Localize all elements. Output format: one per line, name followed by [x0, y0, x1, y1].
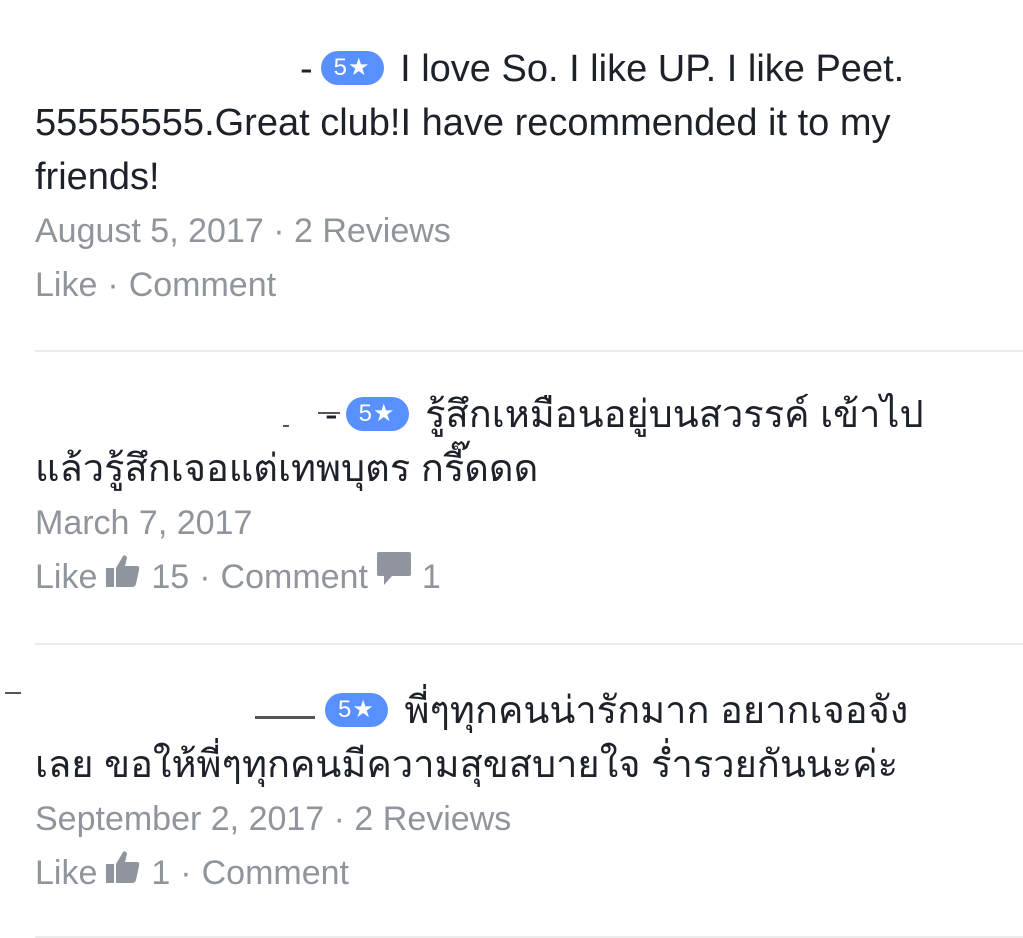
divider — [35, 643, 1023, 645]
review-item: 5★ พี่ๆทุกคนน่ารักมาก อยากเจอจัง เลย ขอใ… — [35, 684, 995, 900]
review-actions: Like · Comment — [35, 258, 995, 312]
divider — [35, 350, 1023, 352]
comment-button[interactable]: Comment — [202, 846, 349, 900]
redacted-name-mark — [5, 692, 21, 694]
like-button[interactable]: Like — [35, 846, 97, 900]
review-text: 5★ พี่ๆทุกคนน่ารักมาก อยากเจอจัง เลย ขอใ… — [35, 684, 995, 792]
comment-count: 1 — [421, 558, 441, 596]
review-meta: August 5, 2017 · 2 Reviews — [35, 212, 451, 250]
review-date[interactable]: March 7, 2017 — [35, 504, 252, 542]
review-actions: Like 15 · Comment 1 — [35, 550, 995, 604]
review-meta: September 2, 2017 · 2 Reviews — [35, 800, 512, 838]
thumbs-up-icon — [105, 550, 141, 604]
review-text: -5★ รู้สึกเหมือนอยู่บนสวรรค์ เข้าไป แล้ว… — [35, 394, 924, 490]
review-text-line1: รู้สึกเหมือนอยู่บนสวรรค์ เข้าไป — [425, 394, 924, 436]
reviews-count[interactable]: 2 Reviews — [294, 212, 451, 250]
review-text: -5★ I love So. I like UP. I like Peet. 5… — [35, 42, 995, 204]
review-date[interactable]: September 2, 2017 — [35, 800, 324, 838]
thumbs-up-icon — [105, 846, 141, 900]
comment-bubble-icon — [376, 550, 412, 604]
like-button[interactable]: Like — [35, 258, 97, 312]
like-count: 15 — [151, 558, 190, 596]
review-text-line1: พี่ๆทุกคนน่ารักมาก อยากเจอจัง — [404, 690, 909, 732]
review-text-rest: เลย ขอให้พี่ๆทุกคนมีความสุขสบายใจ ร่ำรวย… — [35, 744, 899, 786]
review-date[interactable]: August 5, 2017 — [35, 212, 264, 250]
review-meta: March 7, 2017 — [35, 496, 995, 550]
review-text-line1: I love So. I like UP. I like Peet. — [400, 48, 905, 90]
comment-button[interactable]: Comment — [129, 258, 276, 312]
like-count: 1 — [151, 854, 171, 892]
rating-badge: 5★ — [325, 693, 388, 727]
review-item: -5★ I love So. I like UP. I like Peet. 5… — [35, 42, 995, 312]
comment-button[interactable]: Comment — [221, 550, 368, 604]
review-text-rest: แล้วรู้สึกเจอแต่เทพบุตร กรี๊ดดด — [35, 448, 539, 490]
rating-badge: 5★ — [345, 397, 409, 431]
review-item: -5★ รู้สึกเหมือนอยู่บนสวรรค์ เข้าไป แล้ว… — [35, 388, 995, 604]
rating-badge: 5★ — [320, 51, 384, 85]
like-button[interactable]: Like — [35, 550, 97, 604]
review-actions: Like 1 · Comment — [35, 846, 995, 900]
review-text-rest: 55555555.Great club!I have recommended i… — [35, 102, 891, 198]
reviews-count[interactable]: 2 Reviews — [354, 800, 511, 838]
